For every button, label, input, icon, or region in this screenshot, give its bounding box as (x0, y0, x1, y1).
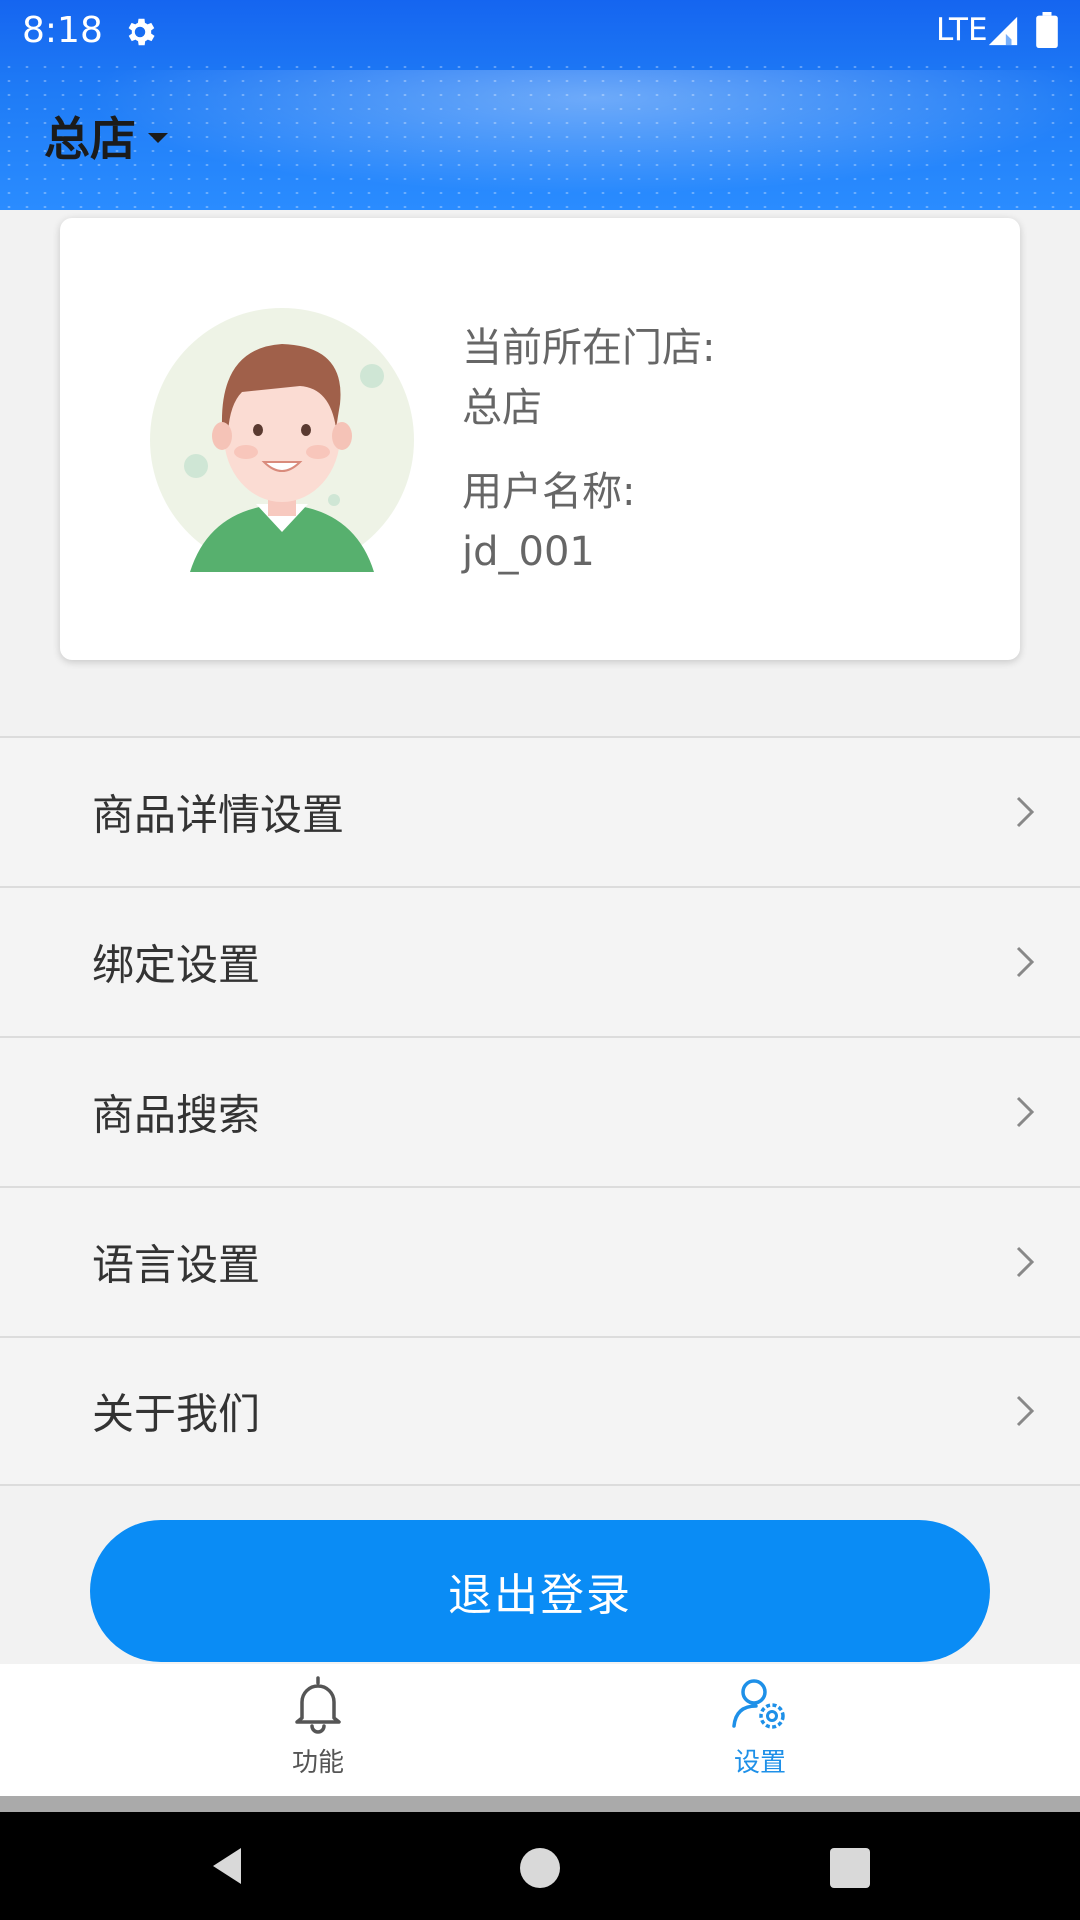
chevron-right-icon (1016, 1395, 1035, 1427)
bottom-nav: 功能 设置 (0, 1664, 1080, 1796)
recent-apps-icon[interactable] (830, 1848, 870, 1888)
store-label: 当前所在门店: (462, 325, 716, 371)
nav-label-settings: 设置 (733, 1748, 786, 1778)
back-icon[interactable] (205, 1844, 249, 1888)
chevron-right-icon (1016, 946, 1035, 978)
menu-item-label: 关于我们 (92, 1389, 261, 1439)
user-value: jd_001 (462, 529, 595, 575)
store-selector[interactable]: 总店 (44, 108, 168, 166)
chevron-right-icon (1016, 1096, 1035, 1128)
menu-item-label: 商品搜索 (92, 1090, 261, 1140)
user-avatar-icon (150, 308, 414, 572)
battery-icon (1036, 12, 1058, 48)
logout-button[interactable]: 退出登录 (90, 1520, 990, 1662)
settings-gear-icon (128, 18, 155, 46)
status-bar: 8:18 LTE (0, 0, 1080, 63)
menu-item-product-detail-settings[interactable]: 商品详情设置 (0, 736, 1080, 886)
signal-icon (988, 16, 1018, 46)
profile-info: 当前所在门店: 总店 用户名称: jd_001 (462, 318, 715, 582)
menu-item-label: 语言设置 (92, 1240, 261, 1290)
status-time: 8:18 (22, 10, 103, 51)
menu-item-language-settings[interactable]: 语言设置 (0, 1186, 1080, 1336)
divider-strip (0, 1796, 1080, 1812)
menu-item-label: 绑定设置 (92, 940, 261, 990)
system-navigation-bar (0, 1812, 1080, 1920)
caret-down-icon (148, 133, 168, 143)
menu-item-binding-settings[interactable]: 绑定设置 (0, 886, 1080, 1036)
network-type: LTE (936, 12, 988, 48)
nav-label-functions: 功能 (291, 1748, 344, 1778)
menu-item-label: 商品详情设置 (92, 790, 345, 840)
home-icon[interactable] (520, 1848, 560, 1888)
user-settings-icon (732, 1679, 785, 1729)
menu-item-about-us[interactable]: 关于我们 (0, 1336, 1080, 1486)
store-value: 总店 (462, 385, 542, 431)
nav-tab-settings[interactable]: 设置 (660, 1672, 860, 1796)
app-header: 8:18 LTE 总店 (0, 0, 1080, 210)
store-selector-label: 总店 (44, 112, 136, 166)
chevron-right-icon (1016, 796, 1035, 828)
user-label: 用户名称: (462, 469, 636, 515)
profile-card: 当前所在门店: 总店 用户名称: jd_001 (60, 218, 1020, 660)
menu-item-product-search[interactable]: 商品搜索 (0, 1036, 1080, 1186)
bell-icon (295, 1676, 341, 1734)
chevron-right-icon (1016, 1246, 1035, 1278)
nav-tab-functions[interactable]: 功能 (218, 1672, 418, 1796)
settings-menu: 商品详情设置 绑定设置 商品搜索 语言设置 关于我们 (0, 736, 1080, 1486)
